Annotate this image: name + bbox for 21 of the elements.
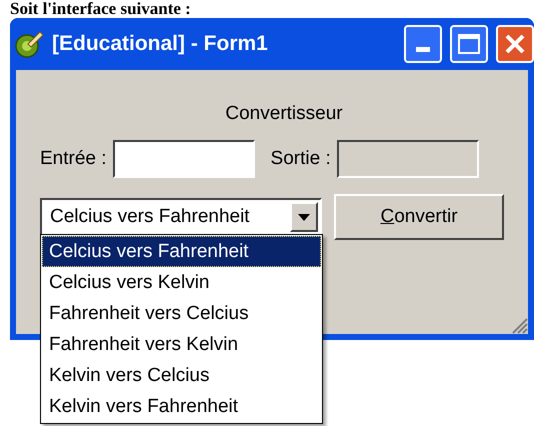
dropdown-option[interactable]: Celcius vers Fahrenheit — [42, 236, 321, 267]
dropdown-arrow-button[interactable] — [290, 202, 318, 232]
close-button[interactable] — [496, 25, 534, 63]
paint-brush-icon — [14, 29, 44, 59]
dropdown-option[interactable]: Kelvin vers Celcius — [42, 360, 321, 391]
close-icon — [504, 33, 526, 55]
dropdown-option[interactable]: Kelvin vers Fahrenheit — [42, 391, 321, 422]
convert-button[interactable]: Convertir — [334, 194, 504, 240]
window-title: [Educational] - Form1 — [52, 31, 269, 58]
dropdown-option[interactable]: Celcius vers Kelvin — [42, 267, 321, 298]
caret-icon — [298, 214, 310, 220]
document-heading: Soit l'interface suivante : — [9, 0, 192, 18]
form-caption: Convertisseur — [225, 102, 343, 126]
output-label: Sortie : — [270, 146, 331, 171]
dropdown-option[interactable]: Fahrenheit vers Celcius — [42, 298, 321, 329]
input-label: Entrée : — [40, 146, 107, 171]
dropdown-option[interactable]: Fahrenheit vers Kelvin — [42, 329, 321, 360]
input-field[interactable] — [112, 140, 255, 178]
maximize-button[interactable] — [450, 25, 488, 63]
minimize-button[interactable] — [404, 25, 442, 63]
conversion-dropdown[interactable]: Celcius vers Fahrenheit — [40, 198, 322, 236]
